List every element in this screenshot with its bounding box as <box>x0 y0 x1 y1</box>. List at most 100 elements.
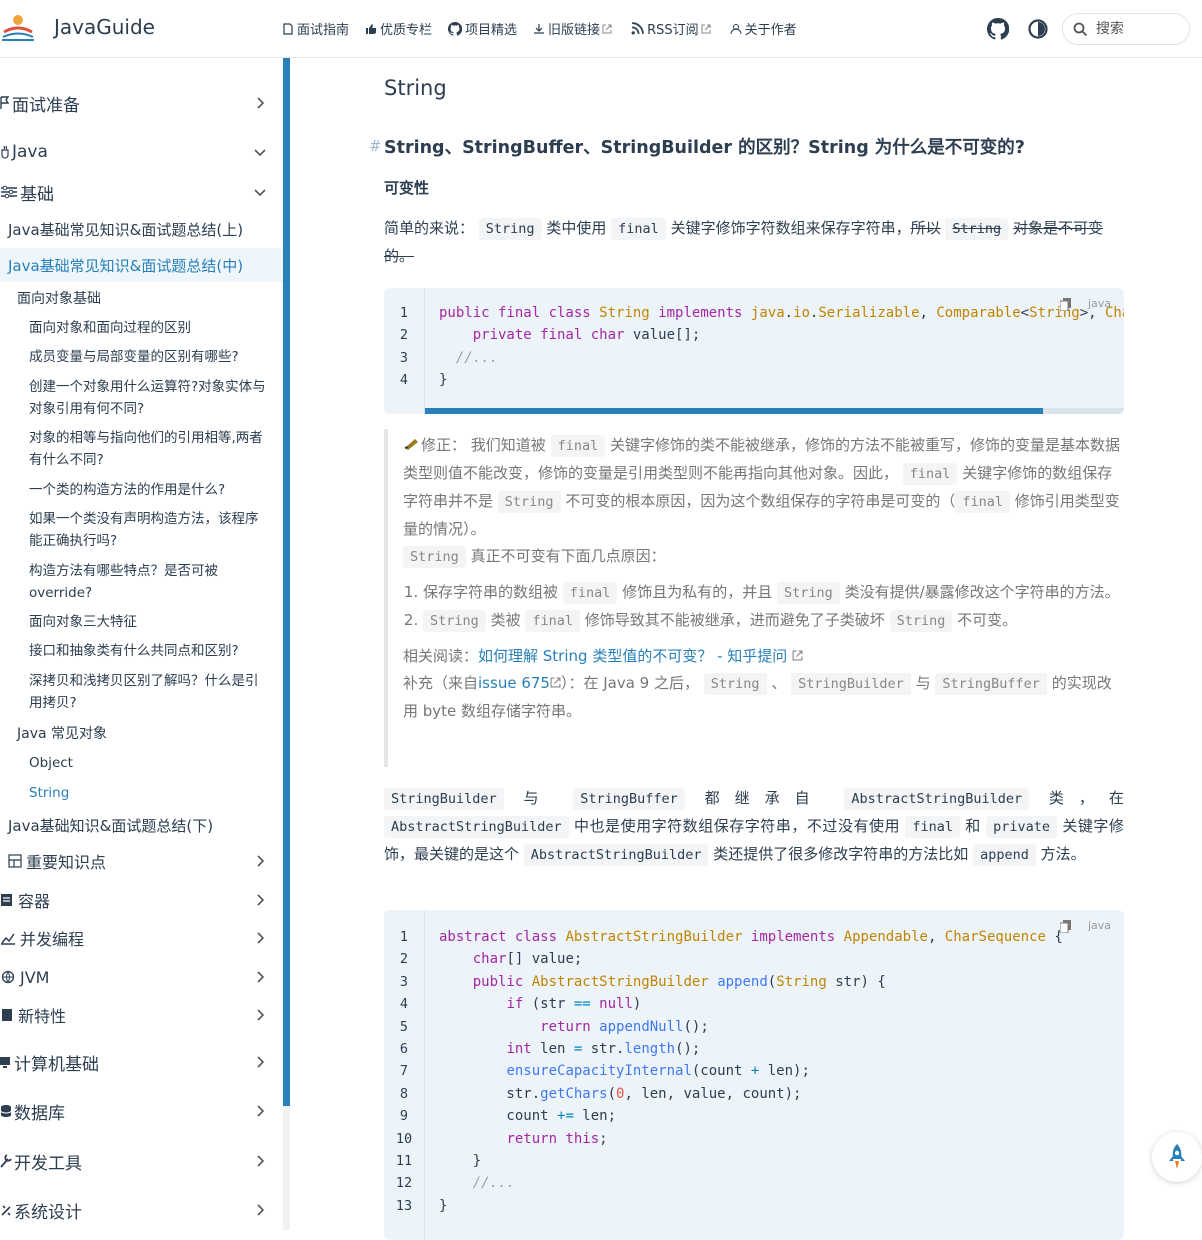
sidebar-item-oop-1[interactable]: 成员变量与局部变量的区别有哪些? <box>0 346 283 368</box>
nav-link-old-version[interactable]: 旧版链接 <box>533 19 615 38</box>
chevron-right-icon <box>257 1105 265 1117</box>
sidebar-item-oop-0[interactable]: 面向对象和面向过程的区别 <box>0 317 283 339</box>
sidebar-item-oop-6[interactable]: 构造方法有哪些特点？是否可被 override? <box>0 560 283 604</box>
sidebar-group-database[interactable]: 数据库 <box>0 1096 283 1126</box>
sidebar-item-oop-9[interactable]: 深拷贝和浅拷贝区别了解吗？什么是引用拷贝? <box>0 670 283 714</box>
sidebar-group-basics[interactable]: 基础 <box>0 177 283 207</box>
sidebar-item-oop-7[interactable]: 面向对象三大特征 <box>0 611 283 633</box>
sidebar-group-concurrency[interactable]: 并发编程 <box>0 923 283 953</box>
search-box[interactable] <box>1062 13 1190 45</box>
code-line: } <box>439 372 448 389</box>
sidebar-group-label: 数据库 <box>14 1103 65 1124</box>
thumb-icon <box>366 23 377 34</box>
sidebar-group-interview-prep[interactable]: 面试准备 <box>0 88 283 118</box>
text: 与 <box>523 789 554 807</box>
code-line: private final char value[]; <box>472 327 701 344</box>
nav-links: 面试指南 优质专栏 项目精选 旧版链接 RSS订阅 关于作者 <box>282 19 813 38</box>
sidebar-group-important[interactable]: 重要知识点 <box>0 846 283 876</box>
sidebar-page-basics-part1[interactable]: Java基础常见知识&面试题总结(上) <box>0 215 283 243</box>
nav-link-label: 面试指南 <box>297 23 350 38</box>
text: 类中使用 <box>546 219 607 237</box>
theme-toggle-button[interactable] <box>1027 18 1049 40</box>
line-number: 3 <box>399 349 409 366</box>
coffee-icon <box>0 145 10 159</box>
sidebar: 面试准备 Java 基础 Java基础常见知识&面试题总结(上) Java基础常… <box>0 58 283 1230</box>
back-to-top-button[interactable] <box>1152 1132 1202 1182</box>
inline-code: final <box>955 491 1011 513</box>
sidebar-group-new-features[interactable]: 新特性 <box>0 1000 283 1030</box>
chevron-right-icon <box>257 1204 265 1216</box>
sidebar-page-basics-part3[interactable]: Java基础知识&面试题总结(下) <box>0 811 283 839</box>
chevron-right-icon <box>257 97 265 109</box>
code-content[interactable]: abstract class AbstractStringBuilder imp… <box>439 926 1063 1217</box>
chart-icon <box>0 931 16 945</box>
github-icon <box>448 21 463 36</box>
sidebar-group-java[interactable]: Java <box>0 137 283 167</box>
code-block-1: 1 2 3 4 public final class String implem… <box>384 288 1124 414</box>
text: 都继承自 <box>704 789 825 807</box>
sidebar-group-label: 并发编程 <box>20 930 85 949</box>
sidebar-group-jvm[interactable]: JVM <box>0 962 283 992</box>
inline-code: String <box>478 218 542 240</box>
sidebar-item-oop-3[interactable]: 对象的相等与指向他们的引用相等,两者有什么不同? <box>0 427 283 471</box>
code-content[interactable]: public final class String implements jav… <box>439 302 1124 392</box>
sidebar-group-dev-tools[interactable]: 开发工具 <box>0 1146 283 1176</box>
sidebar-heading-common-objects[interactable]: Java 常见对象 <box>0 722 283 744</box>
sidebar-item-label: 如果一个类没有声明构造方法，该程序能正确执行吗? <box>29 511 259 549</box>
sidebar-scrollbar-thumb[interactable] <box>283 58 290 1106</box>
nav-link-about[interactable]: 关于作者 <box>730 19 797 38</box>
sidebar-item-label: String <box>29 785 70 801</box>
nav-link-rss[interactable]: RSS订阅 <box>631 19 714 38</box>
site-logo[interactable] <box>0 10 36 46</box>
code-line: abstract class AbstractStringBuilder imp… <box>439 929 1063 945</box>
reasons-list: 保存字符串的数组被 final 修饰且为私有的，并且 String 类没有提供/… <box>403 579 1124 635</box>
site-title[interactable]: JavaGuide <box>54 15 155 39</box>
heading-anchor-link[interactable]: # <box>369 137 382 155</box>
sidebar-heading-oop[interactable]: 面向对象基础 <box>0 287 283 309</box>
sidebar-item-oop-2[interactable]: 创建一个对象用什么运算符?对象实体与对象引用有何不同? <box>0 376 283 420</box>
sidebar-group-cs-basics[interactable]: 计算机基础 <box>0 1047 283 1077</box>
search-input[interactable] <box>1094 20 1178 38</box>
book-icon <box>283 22 293 35</box>
sidebar-page-basics-part2[interactable]: Java基础常见知识&面试题总结(中) <box>0 248 283 282</box>
related-reading-link[interactable]: 如何理解 String 类型值的不可变？ - 知乎提问 <box>478 647 787 665</box>
paragraph-intro: 简单的来说： String 类中使用 final 关键字修饰字符数组来保存字符串… <box>384 215 1124 270</box>
section-heading-mutability: 可变性 <box>384 179 430 197</box>
text: 、 <box>771 674 787 692</box>
sidebar-item-label: 对象的相等与指向他们的引用相等,两者有什么不同? <box>29 430 263 468</box>
nav-link-label: 优质专栏 <box>380 23 433 38</box>
issue-link[interactable]: issue 675 <box>478 674 550 692</box>
sidebar-item-string[interactable]: String <box>0 782 283 804</box>
github-repo-button[interactable] <box>986 17 1010 40</box>
line-number: 2 <box>399 327 409 344</box>
nav-link-label: RSS订阅 <box>647 23 699 38</box>
sidebar-item-object[interactable]: Object <box>0 752 283 774</box>
sidebar-item-oop-4[interactable]: 一个类的构造方法的作用是什么? <box>0 479 283 501</box>
note-blockquote: 修正： 我们知道被 final 关键字修饰的类不能被继承，修饰的方法不能被重写，… <box>384 429 1124 767</box>
copy-icon[interactable] <box>1060 920 1072 933</box>
nav-link-projects[interactable]: 项目精选 <box>448 19 517 38</box>
chevron-right-icon <box>257 1155 265 1167</box>
external-link-icon <box>550 677 561 688</box>
sidebar-group-collections[interactable]: 容器 <box>0 885 283 915</box>
text: 补充（来自 <box>403 674 479 692</box>
nav-link-columns[interactable]: 优质专栏 <box>365 19 432 38</box>
inline-code: String <box>703 673 767 695</box>
nav-link-interview-guide[interactable]: 面试指南 <box>282 19 349 38</box>
sidebar-item-oop-8[interactable]: 接口和抽象类有什么共同点和区别? <box>0 640 283 662</box>
sidebar-group-label: 开发工具 <box>14 1153 82 1174</box>
flag-icon <box>0 96 10 110</box>
code-scrollbar-thumb[interactable] <box>425 408 1043 414</box>
book-icon <box>0 1008 14 1022</box>
copy-icon[interactable] <box>1060 298 1072 311</box>
list-item: 保存字符串的数组被 final 修饰且为私有的，并且 String 类没有提供/… <box>423 579 1124 607</box>
sidebar-item-oop-5[interactable]: 如果一个类没有声明构造方法，该程序能正确执行吗? <box>0 508 283 552</box>
inline-code: AbstractStringBuilder <box>523 844 709 866</box>
sidebar-group-system-design[interactable]: 系统设计 <box>0 1195 283 1225</box>
nav-link-label: 项目精选 <box>465 23 518 38</box>
inline-code: StringBuffer <box>935 673 1047 695</box>
line-number: 10 <box>395 1130 413 1147</box>
sidebar-item-label: 面向对象和面向过程的区别 <box>29 320 191 336</box>
text: 与 <box>915 674 931 692</box>
sidebar-page-label: Java基础常见知识&面试题总结(上) <box>8 220 244 239</box>
